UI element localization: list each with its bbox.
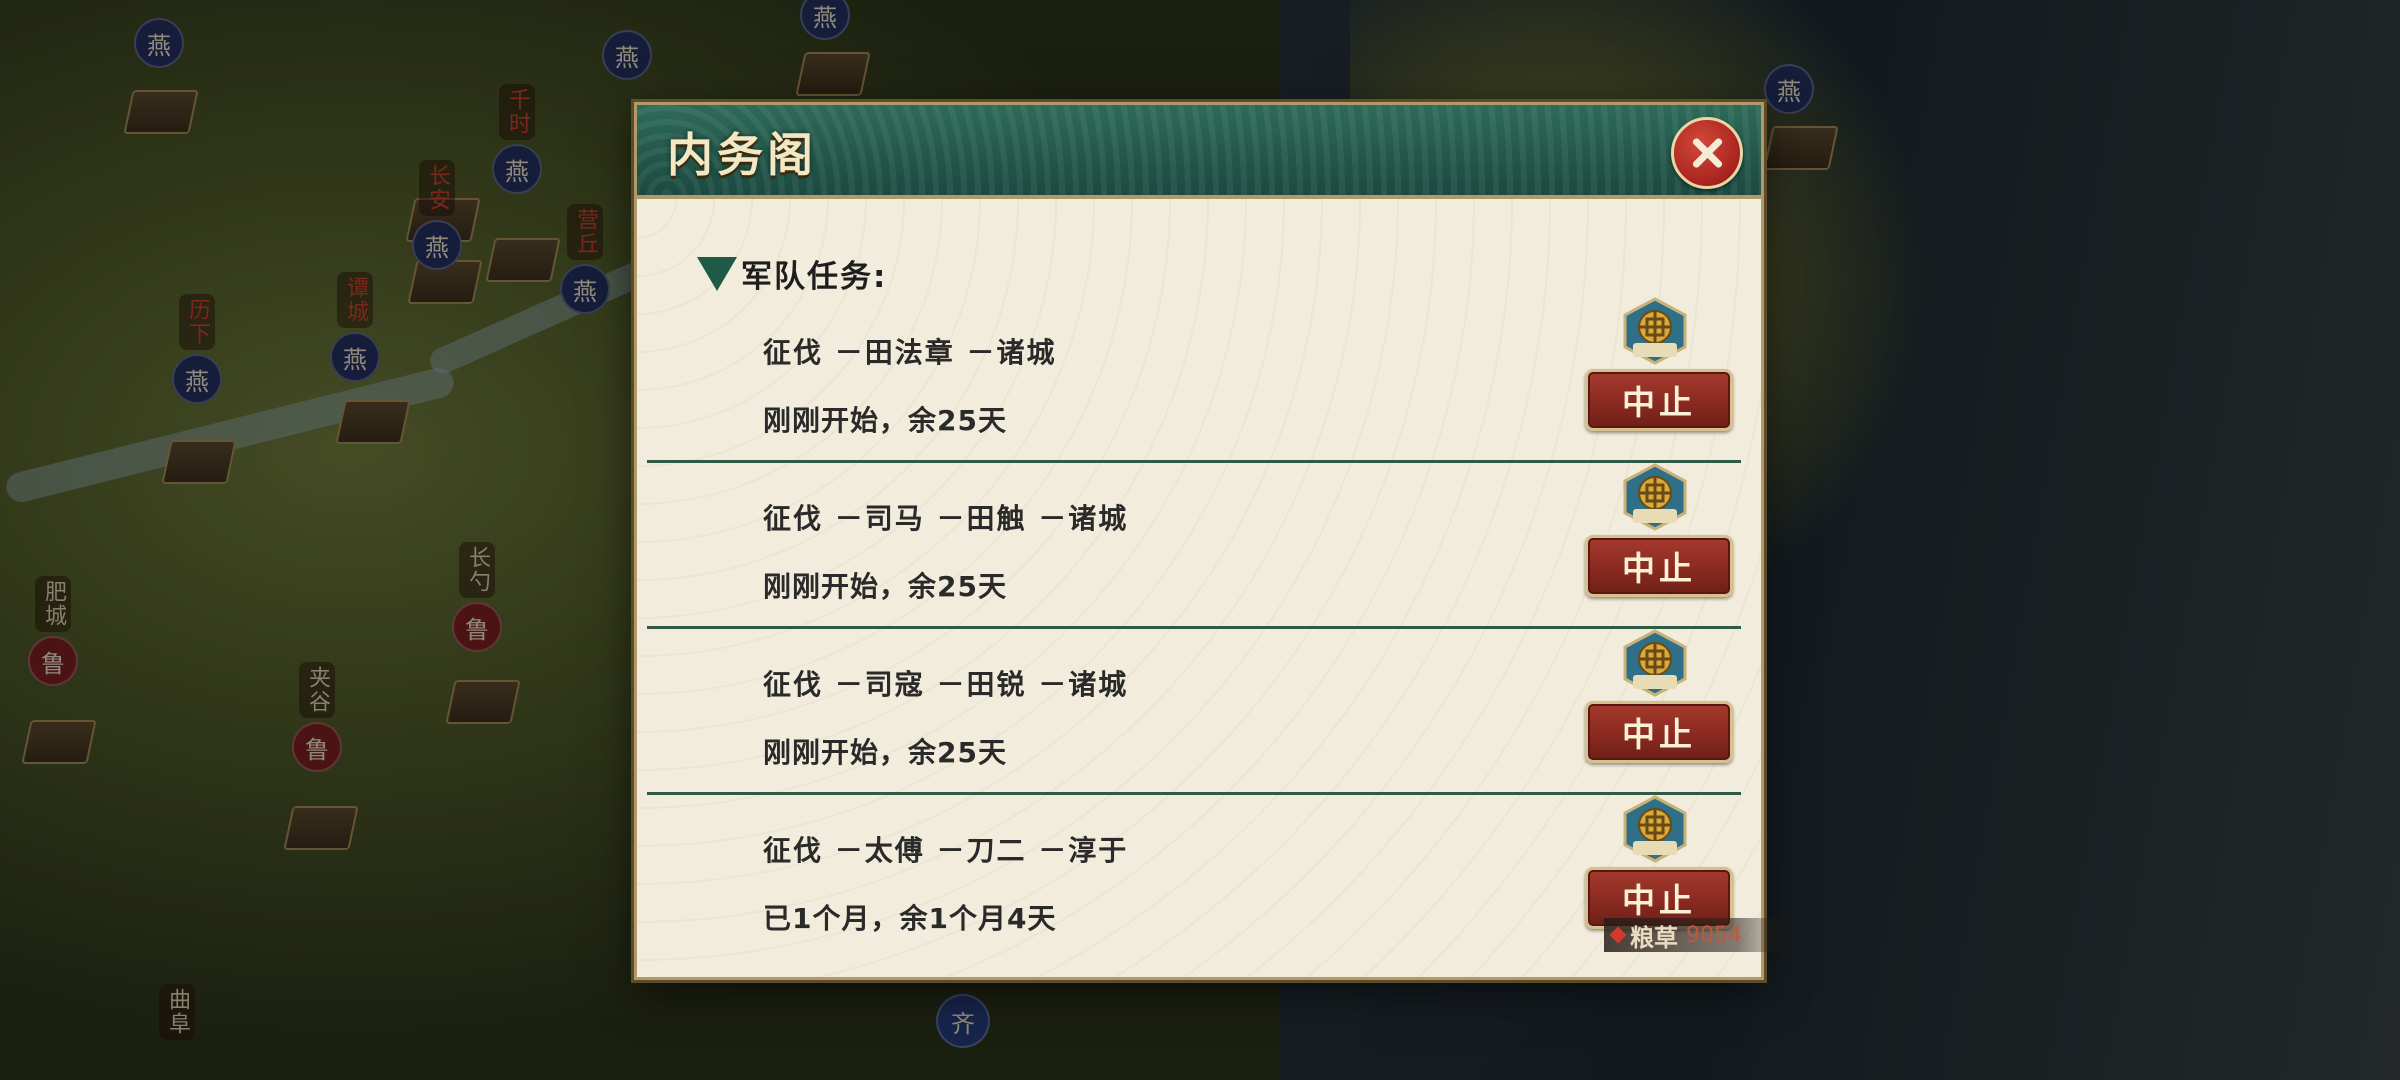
section-header-army-tasks[interactable]: 军队任务: [697, 251, 887, 296]
stop-button[interactable]: 中止 [1585, 535, 1733, 597]
stop-button[interactable]: 中止 [1585, 369, 1733, 431]
internal-affairs-dialog: 内务阁 军队任务: 征伐 －田法章 －诸城 刚刚开始，余25天 中止 征伐 －司… [634, 102, 1764, 980]
close-button[interactable] [1671, 117, 1743, 189]
task-title: 征伐 －司寇 －田锐 －诸城 [763, 668, 1129, 701]
collapse-triangle-icon[interactable] [697, 256, 737, 291]
task-row: 征伐 －太傅 －刀二 －淳于 已1个月，余1个月4天 中止 [647, 795, 1741, 961]
task-title: 征伐 －田法章 －诸城 [763, 336, 1057, 369]
task-row: 征伐 －司马 －田触 －诸城 刚刚开始，余25天 中止 [647, 463, 1741, 629]
resource-label: 粮草 [1630, 923, 1678, 952]
task-status: 刚刚开始，余25天 [763, 570, 1007, 603]
resource-value: 9054 [1686, 922, 1742, 948]
campaign-seal-icon [1623, 297, 1687, 365]
dialog-header: 内务阁 [637, 105, 1761, 199]
dialog-body[interactable]: 军队任务: 征伐 －田法章 －诸城 刚刚开始，余25天 中止 征伐 －司马 －田… [637, 199, 1761, 977]
campaign-seal-icon [1623, 463, 1687, 531]
task-status: 刚刚开始，余25天 [763, 404, 1007, 437]
campaign-seal-icon [1623, 629, 1687, 697]
diamond-icon [1609, 926, 1627, 944]
section-title: 军队任务: [741, 259, 888, 295]
task-title: 征伐 －太傅 －刀二 －淳于 [763, 834, 1129, 867]
task-title: 征伐 －司马 －田触 －诸城 [763, 502, 1129, 535]
task-row: 征伐 －田法章 －诸城 刚刚开始，余25天 中止 [647, 297, 1741, 463]
stop-button[interactable]: 中止 [1585, 701, 1733, 763]
task-row: 征伐 －司寇 －田锐 －诸城 刚刚开始，余25天 中止 [647, 629, 1741, 795]
task-status: 已1个月，余1个月4天 [763, 902, 1057, 935]
dialog-title: 内务阁 [667, 128, 817, 182]
grain-resource-bar: 粮草 9054 [1604, 918, 1794, 952]
task-status: 刚刚开始，余25天 [763, 736, 1007, 769]
close-icon [1690, 136, 1724, 170]
campaign-seal-icon [1623, 795, 1687, 863]
